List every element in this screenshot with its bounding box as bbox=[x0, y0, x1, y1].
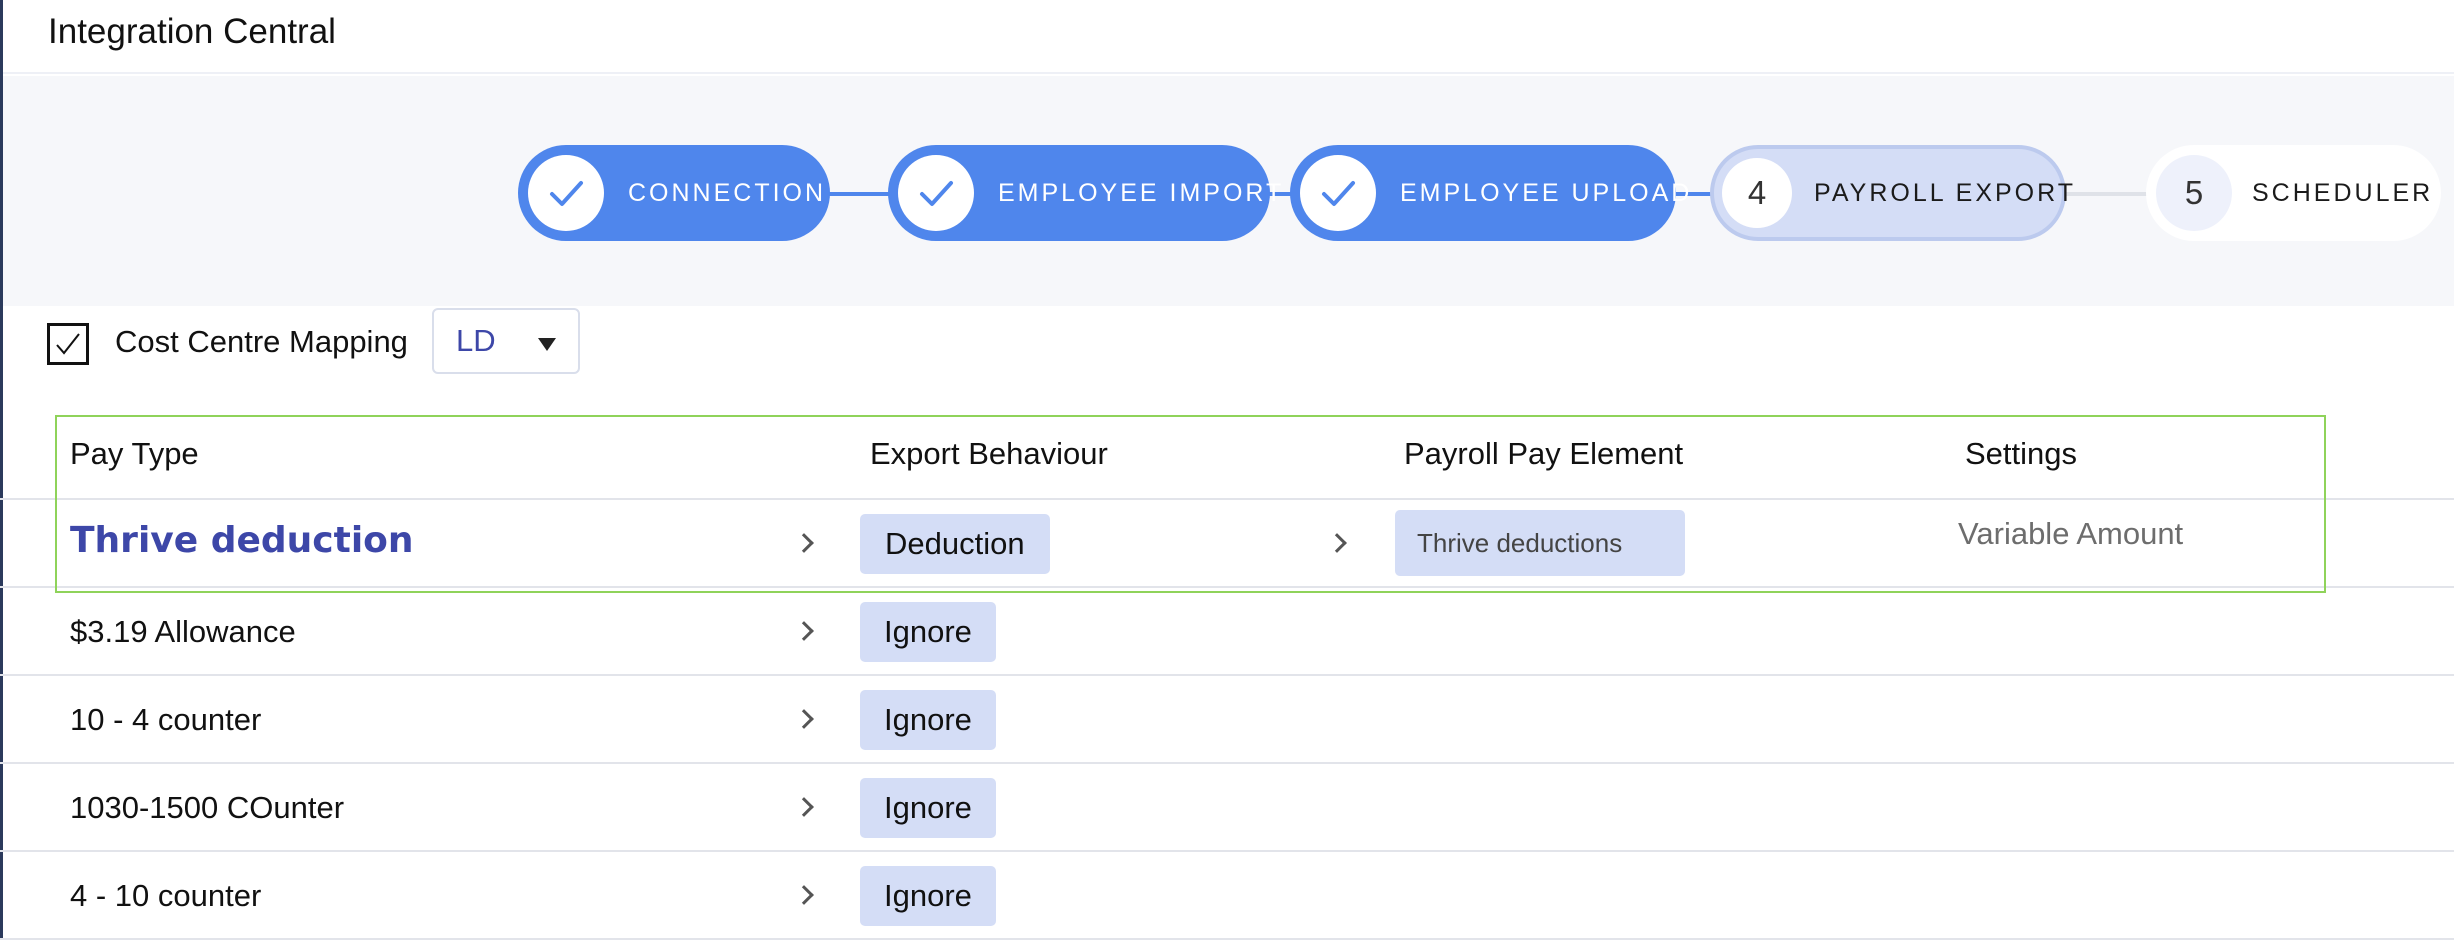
cost-centre-checkbox[interactable] bbox=[47, 323, 89, 365]
step-label: SCHEDULER bbox=[2252, 178, 2434, 207]
chevron-right-icon[interactable] bbox=[794, 621, 814, 641]
column-header-pay-type: Pay Type bbox=[70, 436, 199, 471]
cost-centre-label: Cost Centre Mapping bbox=[115, 324, 408, 359]
step-circle: 4 bbox=[1722, 158, 1792, 228]
check-icon bbox=[550, 181, 583, 206]
step-label: EMPLOYEE IMPORT bbox=[998, 178, 1285, 207]
chevron-right-icon[interactable] bbox=[794, 709, 814, 729]
check-icon bbox=[920, 181, 953, 206]
export-behaviour-pill[interactable]: Ignore bbox=[860, 690, 996, 750]
table-row[interactable]: 10 - 4 counter Ignore bbox=[0, 676, 2454, 764]
cost-centre-row: Cost Centre Mapping LD bbox=[0, 306, 2454, 382]
column-header-pay-element: Payroll Pay Element bbox=[1404, 436, 1684, 471]
table-row[interactable]: $3.19 Allowance Ignore bbox=[0, 588, 2454, 676]
check-icon bbox=[1322, 181, 1355, 206]
step-connection[interactable]: CONNECTION bbox=[518, 145, 830, 241]
step-label: EMPLOYEE UPLOAD bbox=[1400, 178, 1693, 207]
table-header: Pay Type Export Behaviour Payroll Pay El… bbox=[0, 418, 2454, 500]
table-row[interactable]: Thrive deduction Deduction Thrive deduct… bbox=[0, 500, 2454, 588]
pay-type-name: $3.19 Allowance bbox=[70, 614, 296, 649]
export-behaviour-pill[interactable]: Ignore bbox=[860, 778, 996, 838]
pay-type-name: 10 - 4 counter bbox=[70, 702, 262, 737]
chevron-right-icon[interactable] bbox=[794, 797, 814, 817]
step-circle: 5 bbox=[2156, 155, 2232, 231]
chevron-right-icon[interactable] bbox=[1327, 533, 1347, 553]
step-employee-import[interactable]: EMPLOYEE IMPORT bbox=[888, 145, 1281, 241]
step-number: 4 bbox=[1747, 174, 1767, 211]
pay-type-name: 4 - 10 counter bbox=[70, 878, 262, 913]
step-number: 5 bbox=[2184, 174, 2204, 211]
step-label: CONNECTION bbox=[628, 178, 827, 207]
caret-down-icon bbox=[538, 338, 556, 351]
chevron-right-icon[interactable] bbox=[794, 885, 814, 905]
step-connector bbox=[2064, 192, 2148, 196]
app-header: Integration Central bbox=[3, 0, 2454, 74]
step-employee-upload[interactable]: EMPLOYEE UPLOAD bbox=[1290, 145, 1689, 241]
chevron-right-icon[interactable] bbox=[794, 533, 814, 553]
check-icon bbox=[56, 333, 80, 355]
column-header-settings: Settings bbox=[1965, 436, 2078, 471]
table-row[interactable]: 1030-1500 COunter Ignore bbox=[0, 764, 2454, 852]
export-behaviour-pill[interactable]: Ignore bbox=[860, 602, 996, 662]
settings-value: Variable Amount bbox=[1958, 516, 2184, 551]
step-label: PAYROLL EXPORT bbox=[1814, 178, 2076, 207]
export-behaviour-pill[interactable]: Deduction bbox=[860, 514, 1050, 574]
pay-element-field[interactable]: Thrive deductions bbox=[1395, 510, 1685, 576]
step-circle bbox=[528, 155, 604, 231]
step-connector bbox=[828, 192, 890, 196]
pay-type-name[interactable]: Thrive deduction bbox=[70, 520, 414, 561]
cost-centre-select[interactable]: LD bbox=[432, 308, 580, 374]
page-title: Integration Central bbox=[48, 12, 336, 51]
step-circle bbox=[1300, 155, 1376, 231]
step-payroll-export[interactable]: 4 PAYROLL EXPORT bbox=[1710, 145, 2073, 241]
step-scheduler[interactable]: 5 SCHEDULER bbox=[2146, 145, 2441, 241]
select-value: LD bbox=[456, 323, 496, 358]
table-row[interactable]: 4 - 10 counter Ignore bbox=[0, 852, 2454, 940]
export-behaviour-pill[interactable]: Ignore bbox=[860, 866, 996, 926]
column-header-export-behaviour: Export Behaviour bbox=[870, 436, 1108, 471]
step-circle bbox=[898, 155, 974, 231]
pay-type-name: 1030-1500 COunter bbox=[70, 790, 345, 825]
